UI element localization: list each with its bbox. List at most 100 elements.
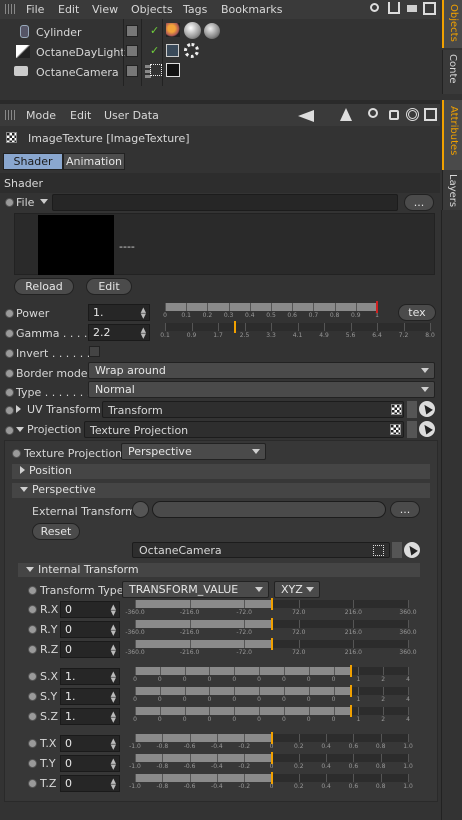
keyframe-dot[interactable] [5,329,14,338]
edit-button[interactable]: Edit [86,278,132,295]
keyframe-dot[interactable] [5,406,14,415]
search-icon[interactable] [370,3,379,12]
home-icon[interactable] [388,2,400,14]
link-menu-arrow-icon[interactable] [407,401,417,418]
back-arrow-icon[interactable] [298,110,314,122]
expand-icon[interactable] [423,2,436,15]
link-menu-arrow-icon[interactable] [392,542,402,558]
keyframe-dot[interactable] [28,586,37,595]
menu-mode[interactable]: Mode [26,109,56,122]
stepper-arrows-icon[interactable]: ▲ ▼ [111,671,116,684]
camera-link-field[interactable]: OctaneCamera [132,542,390,558]
group-position[interactable]: Position [12,464,430,479]
reset-button[interactable]: Reset [32,523,80,540]
file-path-input[interactable] [52,194,398,211]
invert-checkbox[interactable] [89,346,100,357]
transform-slider[interactable]: -360.0 -216.0 -72.0 72.0 216.0 360.0 [125,638,417,656]
menu-tags[interactable]: Tags [183,3,207,16]
menu-objects[interactable]: Objects [131,3,173,16]
keyframe-dot[interactable] [5,369,14,378]
keyframe-dot[interactable] [5,426,14,435]
keyframe-dot[interactable] [5,309,14,318]
stepper-arrows-icon[interactable]: ▲ ▼ [111,711,116,724]
drag-handle-icon[interactable] [5,4,15,14]
layer-checkbox[interactable] [126,25,138,37]
keyframe-dot[interactable] [28,779,37,788]
stepper-arrows-icon[interactable]: ▲ ▼ [141,327,146,340]
menu-user-data[interactable]: User Data [104,109,159,122]
tab-attributes[interactable]: Attributes [442,100,462,170]
slider-handle[interactable] [270,772,273,784]
rotation-order-dropdown[interactable]: XYZ [274,581,320,598]
slider-handle[interactable] [234,321,237,333]
transform-slider[interactable]: -1.0 -0.8 -0.6 -0.4 -0.2 0 0.2 0.4 0.6 0.8 1.0 [129,732,413,750]
transform-slider[interactable]: -1.0 -0.8 -0.6 -0.4 -0.2 0 0.2 0.4 0.6 0.8 1.0 [129,772,413,790]
menu-view[interactable]: View [92,3,118,16]
keyframe-dot[interactable] [12,449,21,458]
slider-handle[interactable] [270,732,273,744]
transform-slider[interactable]: 0 0 0 0 0 0 0 0 0 1 2 4 [133,685,410,703]
stepper-arrows-icon[interactable]: ▲ ▼ [111,738,116,751]
pick-pointer-icon[interactable] [419,421,435,437]
slider-handle[interactable] [270,752,273,764]
new-panel-icon[interactable] [424,108,437,121]
keyframe-dot[interactable] [28,739,37,748]
transform-slider[interactable]: -1.0 -0.8 -0.6 -0.4 -0.2 0 0.2 0.4 0.6 0.8 1.0 [129,752,413,770]
drag-handle-icon[interactable] [5,110,15,120]
transform-value-input[interactable]: 1. ▲ ▼ [60,708,120,725]
object-row-octanecamera[interactable]: OctaneCamera [0,62,440,82]
transform-slider[interactable]: 0 0 0 0 0 0 0 0 0 1 2 4 [133,665,410,683]
transform-type-dropdown[interactable]: TRANSFORM_VALUE [122,581,269,598]
transform-value-input[interactable]: 0 ▲ ▼ [60,601,120,618]
transform-slider[interactable]: -360.0 -216.0 -72.0 72.0 216.0 360.0 [125,618,417,636]
back-arrow-icon[interactable] [407,5,417,12]
stepper-arrows-icon[interactable]: ▲ ▼ [111,778,116,791]
target-icon[interactable] [406,108,419,121]
menu-file[interactable]: File [26,3,44,16]
tex-button[interactable]: tex [398,304,436,321]
expand-arrow-icon[interactable] [16,403,25,416]
type-dropdown[interactable]: Normal [88,381,435,398]
gamma-input[interactable]: 2.2 ▲ ▼ [88,324,150,341]
slider-handle[interactable] [349,705,352,717]
stepper-arrows-icon[interactable]: ▲ ▼ [111,604,116,617]
tab-content[interactable]: Conte [442,50,462,94]
link-menu-arrow-icon[interactable] [407,421,417,438]
lock-icon[interactable] [389,110,399,120]
gear-tag-icon[interactable] [184,43,199,58]
reload-button[interactable]: Reload [14,278,74,295]
camera-tag-icon[interactable] [150,64,162,76]
sphere-tag-icon[interactable] [184,22,201,39]
external-browse-button[interactable]: ... [390,501,420,518]
group-internal-transform[interactable]: Internal Transform [18,563,420,577]
tab-objects[interactable]: Objects [442,0,462,48]
transform-value-input[interactable]: 0 ▲ ▼ [60,775,120,792]
keyframe-dot[interactable] [28,645,37,654]
transform-value-input[interactable]: 1. ▲ ▼ [60,688,120,705]
menu-edit[interactable]: Edit [70,109,91,122]
slider-handle[interactable] [376,301,378,313]
group-perspective[interactable]: Perspective [12,483,430,498]
external-transform-link[interactable] [152,501,386,518]
enabled-check-icon[interactable]: ✓ [150,24,159,37]
chevron-down-icon[interactable] [40,199,48,204]
search-icon[interactable] [368,108,378,118]
link-menu-arrow-icon[interactable] [132,501,149,518]
power-input[interactable]: 1. ▲ ▼ [88,304,150,321]
menu-edit[interactable]: Edit [58,3,79,16]
stepper-arrows-icon[interactable]: ▲ ▼ [111,691,116,704]
keyframe-dot[interactable] [5,198,14,207]
transform-slider[interactable]: -360.0 -216.0 -72.0 72.0 216.0 360.0 [125,598,417,616]
transform-value-input[interactable]: 0 ▲ ▼ [60,641,120,658]
transform-value-input[interactable]: 0 ▲ ▼ [60,621,120,638]
file-browse-button[interactable]: ... [404,194,434,211]
menu-bookmarks[interactable]: Bookmarks [221,3,282,16]
camera-imager-tag-icon[interactable] [166,63,180,77]
pick-pointer-icon[interactable] [404,542,420,558]
tab-shader[interactable]: Shader [3,153,63,170]
border-mode-dropdown[interactable]: Wrap around [88,362,435,379]
object-row-cylinder[interactable]: Cylinder ✓ [0,22,440,42]
uv-transform-link[interactable]: Transform [102,401,404,418]
transform-value-input[interactable]: 0 ▲ ▼ [60,735,120,752]
stepper-arrows-icon[interactable]: ▲ ▼ [141,307,146,320]
